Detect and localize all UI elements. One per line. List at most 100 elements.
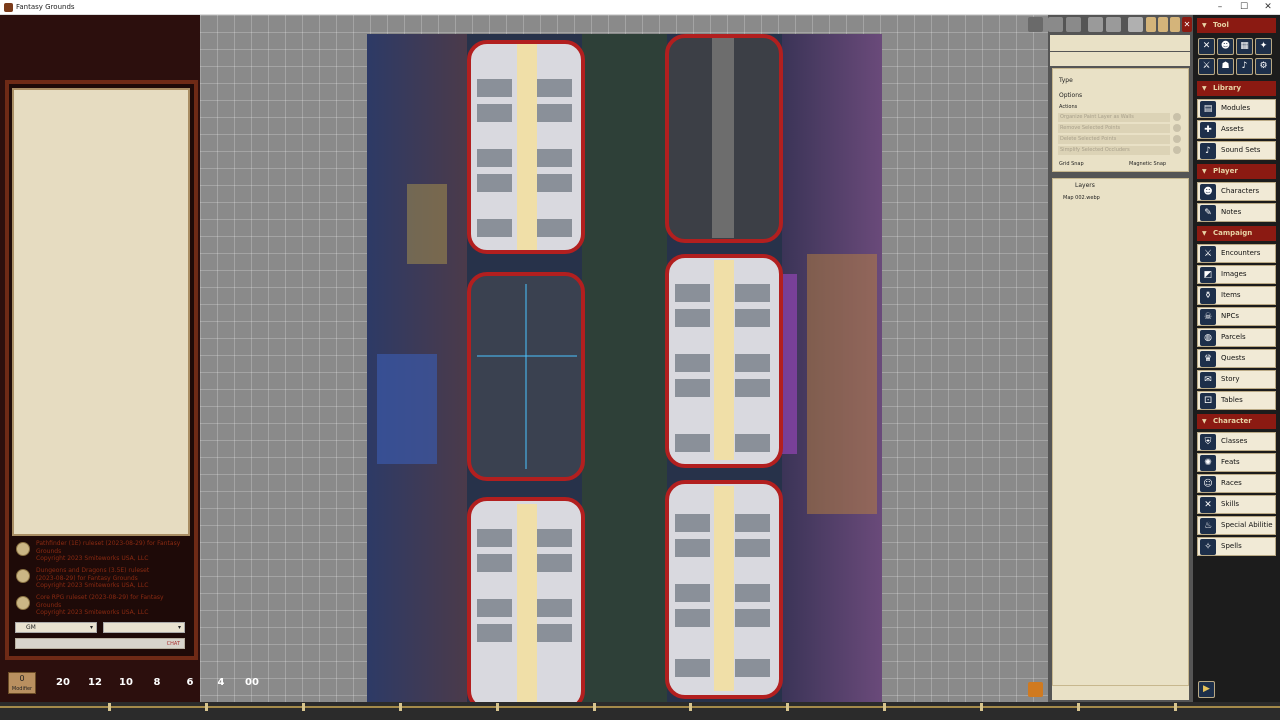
actions-label: Actions <box>1059 104 1078 110</box>
sound-sets-button[interactable]: ♪ Sound Sets <box>1197 141 1276 160</box>
section-campaign[interactable]: Campaign <box>1197 226 1276 241</box>
tool-button[interactable]: ⚔ <box>1198 58 1215 75</box>
layers-panel <box>1052 178 1189 686</box>
potion-icon: ⚱ <box>1200 288 1216 304</box>
magnetic-snap-toggle[interactable]: Magnetic Snap <box>1129 161 1166 167</box>
d100-die[interactable]: 00 <box>240 671 264 695</box>
section-library[interactable]: Library <box>1197 81 1276 96</box>
minimize-button[interactable]: – <box>1208 0 1232 15</box>
play-icon[interactable]: ▶ <box>1198 681 1215 698</box>
shield-icon[interactable] <box>1066 17 1081 32</box>
edit-icon[interactable] <box>1170 17 1180 32</box>
tool-button[interactable]: ☗ <box>1217 58 1234 75</box>
crossed-tools-icon: ✕ <box>1200 497 1216 513</box>
classes-button[interactable]: ⛨ Classes <box>1197 432 1276 451</box>
chat-log[interactable] <box>12 88 190 536</box>
gear-icon[interactable]: ⚙ <box>1255 58 1272 75</box>
music-icon[interactable]: ♪ <box>1236 58 1253 75</box>
timeline-tick[interactable] <box>1174 703 1177 711</box>
train-car-right-1 <box>665 34 783 243</box>
images-button[interactable]: ◩ Images <box>1197 265 1276 284</box>
quests-button[interactable]: ♛ Quests <box>1197 349 1276 368</box>
section-player[interactable]: Player <box>1197 164 1276 179</box>
timeline-tick[interactable] <box>108 703 111 711</box>
close-icon[interactable]: ✕ <box>1182 17 1192 32</box>
section-character[interactable]: Character <box>1197 414 1276 429</box>
d8-die[interactable]: 8 <box>145 671 169 695</box>
layer-item[interactable]: Map 002.webp <box>1063 195 1100 201</box>
timeline-tick[interactable] <box>204 703 208 711</box>
action-icon[interactable] <box>1173 146 1181 154</box>
edit-icon[interactable] <box>1146 17 1156 32</box>
encounters-button[interactable]: ⚔ Encounters <box>1197 244 1276 263</box>
modifier-box[interactable]: 0 Modifier <box>8 672 36 694</box>
tool-button[interactable]: ✕ <box>1198 38 1215 55</box>
timeline-tick[interactable] <box>786 703 790 711</box>
identity-select[interactable]: GM ▾ <box>15 622 97 633</box>
chat-message: Core RPG ruleset (2023-08-29) for Fantas… <box>16 594 188 617</box>
ruleset-icon <box>16 542 30 556</box>
timeline-tick[interactable] <box>883 703 887 711</box>
tool-button[interactable]: ☻ <box>1217 38 1234 55</box>
dice-icon: ⚀ <box>1200 393 1216 409</box>
special-abilities-button[interactable]: ♨ Special Abilitie <box>1197 516 1276 535</box>
ruleset-icon <box>16 569 30 583</box>
modules-button[interactable]: ▤ Modules <box>1197 99 1276 118</box>
items-button[interactable]: ⚱ Items <box>1197 286 1276 305</box>
d20-die[interactable]: 20 <box>51 671 75 695</box>
spells-button[interactable]: ✧ Spells <box>1197 537 1276 556</box>
lock-icon[interactable] <box>1128 17 1143 32</box>
map-image[interactable] <box>367 34 882 702</box>
music-icon: ♪ <box>1200 143 1216 159</box>
timeline-tick[interactable] <box>592 703 596 711</box>
tables-button[interactable]: ⚀ Tables <box>1197 391 1276 410</box>
d12-die[interactable]: 12 <box>83 671 107 695</box>
mask-icon[interactable] <box>1048 17 1063 32</box>
action-button[interactable]: Organize Paint Layer as Walls <box>1058 113 1170 122</box>
timeline-tick[interactable] <box>495 703 499 711</box>
d4-die[interactable]: 4 <box>209 671 233 695</box>
timeline-tick[interactable] <box>689 703 693 711</box>
close-button[interactable]: ✕ <box>1256 0 1280 15</box>
paw-icon: ✺ <box>1200 455 1216 471</box>
action-icon[interactable] <box>1173 124 1181 132</box>
grid-snap-toggle[interactable]: Grid Snap <box>1059 161 1084 167</box>
characters-button[interactable]: ☻ Characters <box>1197 182 1276 201</box>
flame-icon: ♨ <box>1200 518 1216 534</box>
grid-toggle-icon[interactable] <box>1028 682 1043 697</box>
notes-button[interactable]: ✎ Notes <box>1197 203 1276 222</box>
timeline-tick[interactable] <box>1077 703 1081 711</box>
d6-die[interactable]: 6 <box>178 671 202 695</box>
d10-die[interactable]: 10 <box>114 671 138 695</box>
tool-button[interactable]: ✦ <box>1255 38 1272 55</box>
races-button[interactable]: ☺ Races <box>1197 474 1276 493</box>
edit-icon[interactable] <box>1158 17 1168 32</box>
action-button[interactable]: Remove Selected Points <box>1058 124 1170 133</box>
timeline-tick[interactable] <box>980 703 984 711</box>
skills-button[interactable]: ✕ Skills <box>1197 495 1276 514</box>
window-title: Fantasy Grounds <box>16 3 75 11</box>
section-tool[interactable]: Tool <box>1197 18 1276 33</box>
maximize-button[interactable]: ☐ <box>1232 0 1256 15</box>
parcels-button[interactable]: ◍ Parcels <box>1197 328 1276 347</box>
npcs-button[interactable]: ☠ NPCs <box>1197 307 1276 326</box>
feats-button[interactable]: ✺ Feats <box>1197 453 1276 472</box>
story-button[interactable]: ✉ Story <box>1197 370 1276 389</box>
person-icon[interactable] <box>1106 17 1121 32</box>
timeline-tick[interactable] <box>301 703 305 711</box>
assets-button[interactable]: ✚ Assets <box>1197 120 1276 139</box>
chat-input[interactable]: CHAT <box>15 638 185 649</box>
action-icon[interactable] <box>1173 113 1181 121</box>
action-button[interactable]: Simplify Selected Occluders <box>1058 146 1170 155</box>
action-button[interactable]: Delete Selected Points <box>1058 135 1170 144</box>
calendar-icon[interactable]: ▦ <box>1236 38 1253 55</box>
language-select[interactable]: ▾ <box>103 622 185 633</box>
action-icon[interactable] <box>1173 135 1181 143</box>
timeline-tick[interactable] <box>398 703 402 711</box>
shield-icon: ⛨ <box>1200 434 1216 450</box>
bag-icon: ◍ <box>1200 330 1216 346</box>
pin-icon[interactable] <box>1088 17 1103 32</box>
trophy-icon: ♛ <box>1200 351 1216 367</box>
layers-title: Layers <box>1075 182 1095 189</box>
fullscreen-icon[interactable] <box>1028 17 1043 32</box>
